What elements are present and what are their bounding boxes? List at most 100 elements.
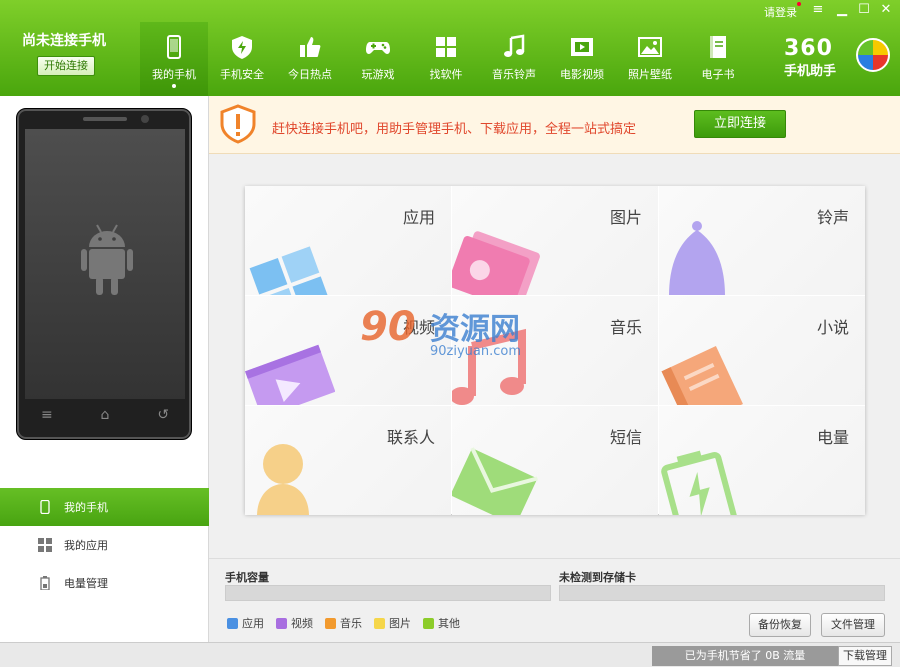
download-manager-button[interactable]: 下载管理	[838, 646, 892, 666]
nav-label: 照片壁纸	[628, 68, 672, 81]
sidebar-item-label: 电量管理	[64, 577, 108, 590]
phone-keys: ≡ ⌂ ↺	[17, 407, 193, 423]
status-bar: 已为手机节省了 0B 流量 下载管理	[0, 642, 900, 667]
grid-item-label: 短信	[609, 428, 642, 447]
legend-swatch	[374, 617, 385, 629]
nav-label: 手机安全	[220, 68, 264, 81]
nav-music-ringtones[interactable]: 音乐铃声	[480, 22, 548, 96]
start-connect-button[interactable]: 开始连接	[37, 56, 95, 76]
nav-label: 玩游戏	[361, 68, 395, 81]
grid-item-label: 应用	[402, 208, 435, 227]
menu-key-icon: ≡	[40, 407, 53, 423]
connect-alert-bar: 赶快连接手机吧，用助手管理手机、下载应用，全程一站式搞定 立即连接	[209, 96, 900, 154]
apps-grid-icon	[431, 32, 461, 62]
backup-restore-button[interactable]: 备份恢复	[749, 613, 811, 637]
legend-item-other: 其他	[423, 615, 460, 631]
legend-label: 视频	[291, 617, 313, 630]
connection-status: 尚未连接手机	[22, 33, 106, 49]
phone-illustration: ≡ ⌂ ↺	[16, 108, 192, 440]
grid-item-label: 联系人	[386, 428, 435, 447]
nav-ebooks[interactable]: 电子书	[684, 22, 752, 96]
phone-capacity-bar	[225, 585, 551, 601]
login-link[interactable]: 请登录	[764, 4, 797, 20]
picture-icon	[452, 231, 540, 295]
close-icon[interactable]: ✕	[876, 2, 896, 18]
maximize-icon[interactable]: ☐	[854, 2, 874, 18]
site-watermark: 90 资源网 90ziyuan.com	[360, 304, 540, 364]
sd-card-bar	[559, 585, 885, 601]
watermark-text: 资源网	[430, 312, 520, 347]
grid-item-apps[interactable]: 应用	[245, 186, 451, 295]
watermark-number: 90	[360, 304, 416, 350]
legend-label: 其他	[438, 617, 460, 630]
alert-message: 赶快连接手机吧，用助手管理手机、下载应用，全程一站式搞定	[272, 122, 637, 137]
nav-my-phone[interactable]: 我的手机	[140, 22, 208, 96]
home-key-icon: ⌂	[100, 407, 110, 423]
legend-swatch	[325, 617, 336, 629]
battery-icon	[661, 450, 738, 515]
nav-today-hot[interactable]: 今日热点	[276, 22, 344, 96]
warning-shield-icon	[220, 104, 256, 144]
file-manager-button[interactable]: 文件管理	[821, 613, 885, 637]
sidebar-item-my-apps[interactable]: 我的应用	[0, 526, 209, 564]
nav-movies-videos[interactable]: 电影视频	[548, 22, 616, 96]
minimize-icon[interactable]: ▁	[832, 2, 852, 18]
connect-now-button[interactable]: 立即连接	[694, 110, 786, 138]
phone-screen	[25, 129, 185, 399]
grid-item-contacts[interactable]: 联系人	[245, 406, 451, 515]
grid-item-label: 铃声	[816, 208, 849, 227]
phone-icon	[159, 32, 189, 62]
sidebar-menu: 我的手机 我的应用 电量管理	[0, 488, 209, 602]
nav-label: 我的手机	[152, 68, 196, 81]
apps-grid-icon	[38, 538, 52, 552]
feature-grid: 应用 图片 铃声 视频 音乐 小说 联系人 短信 电量	[245, 186, 865, 515]
sidebar-item-my-phone[interactable]: 我的手机	[0, 488, 209, 526]
sidebar-item-battery[interactable]: 电量管理	[0, 564, 209, 602]
nav-label: 找软件	[429, 68, 463, 81]
nav-label: 音乐铃声	[492, 68, 536, 81]
envelope-icon	[452, 447, 538, 515]
thumbs-up-icon	[295, 32, 325, 62]
left-pane: ≡ ⌂ ↺ 我的手机 我的应用 电量管理	[0, 96, 209, 642]
storage-panel: 手机容量 未检测到存储卡 应用 视频 音乐 图片 其他 备份恢复 文件管理	[209, 558, 900, 642]
grid-item-ringtones[interactable]: 铃声	[659, 186, 865, 295]
grid-item-sms[interactable]: 短信	[452, 406, 658, 515]
nav-play-games[interactable]: 玩游戏	[344, 22, 412, 96]
main-nav: 我的手机 手机安全 今日热点 玩游戏 找软件 音乐铃声 电影视频 照片壁纸 电子…	[140, 22, 752, 96]
picture-icon	[635, 32, 665, 62]
legend-label: 音乐	[340, 617, 362, 630]
menu-icon[interactable]: ≡	[808, 2, 828, 18]
book-icon	[703, 32, 733, 62]
nav-find-software[interactable]: 找软件	[412, 22, 480, 96]
top-header: 尚未连接手机 开始连接 我的手机 手机安全 今日热点 玩游戏 找软件 音乐铃声 …	[0, 0, 900, 96]
active-indicator	[172, 84, 176, 88]
nav-phone-security[interactable]: 手机安全	[208, 22, 276, 96]
film-icon	[245, 344, 335, 405]
legend-item-apps: 应用	[227, 615, 264, 631]
apps-icon	[249, 246, 331, 295]
app-logo: 360 手机助手	[784, 36, 890, 79]
sidebar-item-label: 我的手机	[64, 501, 108, 514]
book-icon	[661, 346, 743, 405]
grid-item-label: 小说	[816, 318, 849, 337]
grid-item-pictures[interactable]: 图片	[452, 186, 658, 295]
grid-item-battery[interactable]: 电量	[659, 406, 865, 515]
logo-ball-icon	[856, 38, 890, 72]
battery-icon	[40, 576, 50, 590]
sd-card-label: 未检测到存储卡	[559, 571, 636, 584]
legend-swatch	[227, 617, 238, 629]
legend-label: 应用	[242, 617, 264, 630]
sidebar-item-label: 我的应用	[64, 539, 108, 552]
nav-photos-wallpapers[interactable]: 照片壁纸	[616, 22, 684, 96]
grid-item-novels[interactable]: 小说	[659, 296, 865, 405]
phone-camera	[141, 115, 149, 123]
nav-label: 今日热点	[288, 68, 332, 81]
grid-item-label: 音乐	[609, 318, 642, 337]
gamepad-icon	[363, 32, 393, 62]
notification-dot	[797, 2, 801, 6]
film-icon	[567, 32, 597, 62]
back-key-icon: ↺	[157, 407, 170, 423]
storage-legend: 应用 视频 音乐 图片 其他	[227, 615, 472, 631]
bell-icon	[669, 221, 725, 295]
contact-icon	[257, 444, 309, 515]
